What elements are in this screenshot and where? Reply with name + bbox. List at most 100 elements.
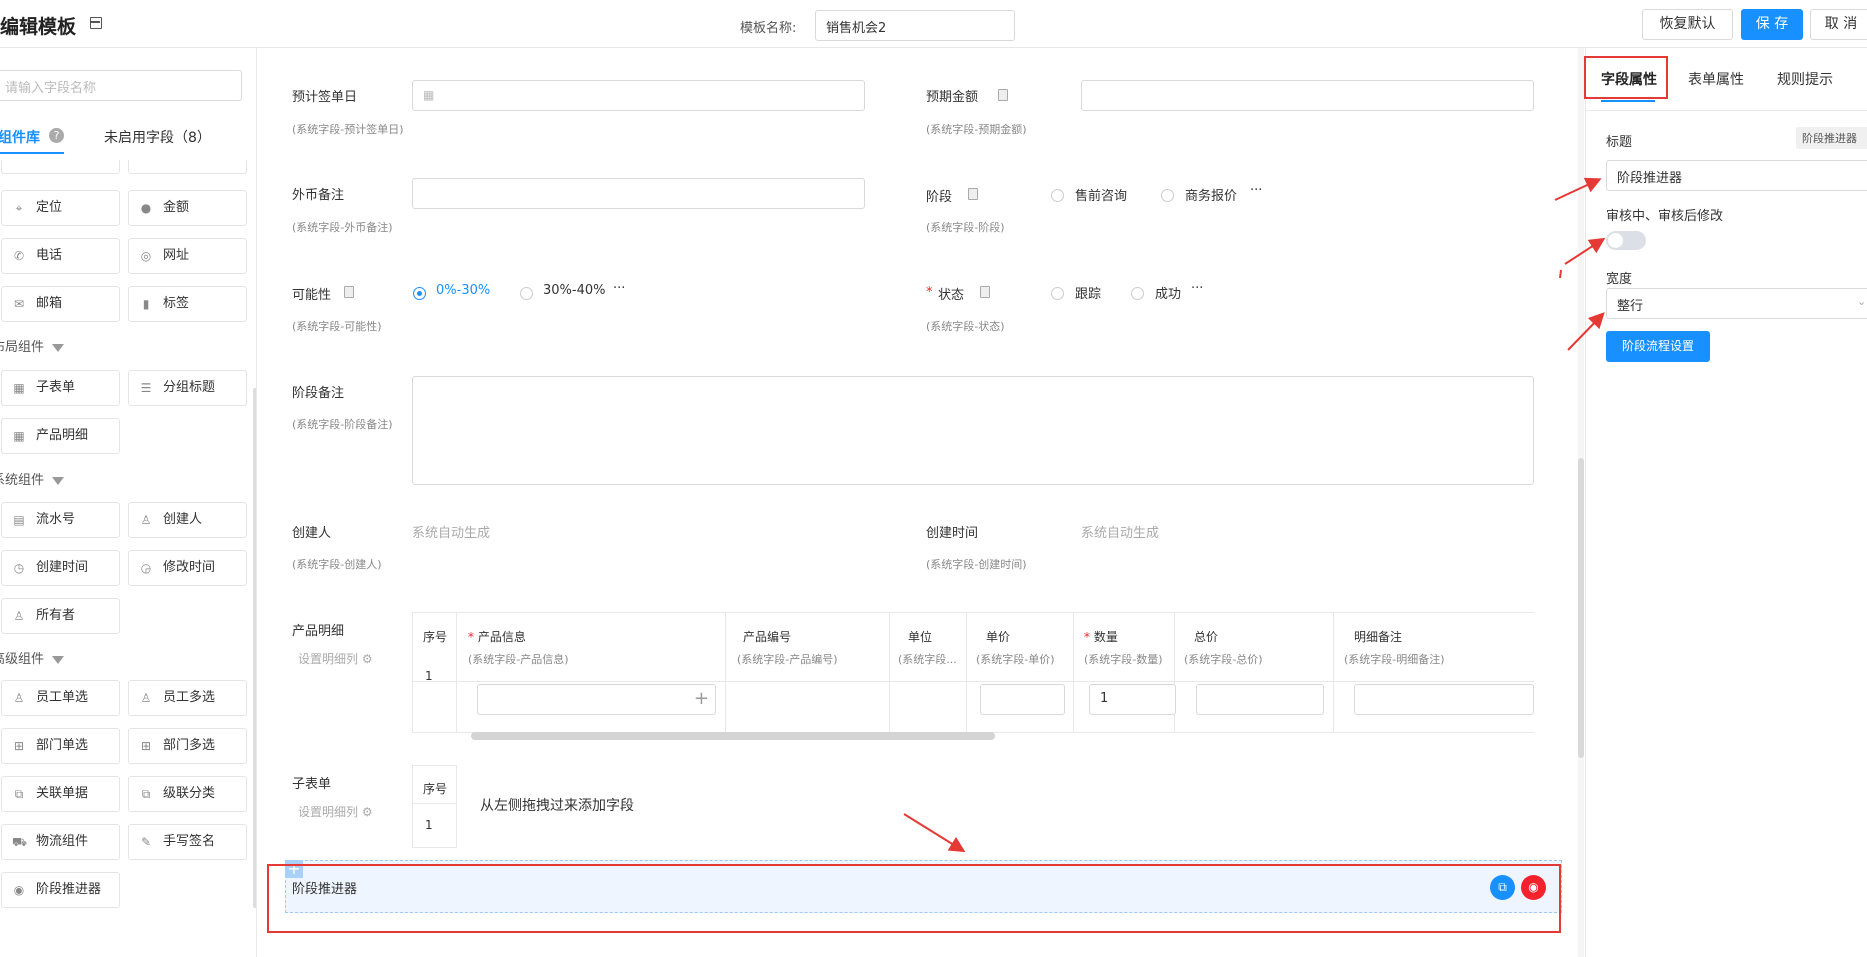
table-header-sub: (系统字段-产品编号) bbox=[737, 653, 838, 666]
table-icon: ▦ bbox=[13, 381, 25, 395]
org-icon: ⊞ bbox=[13, 739, 25, 753]
component-location[interactable]: ⌖ 定位 bbox=[1, 190, 120, 226]
table-horizontal-scrollbar[interactable] bbox=[471, 732, 995, 740]
component-stage-advancer[interactable]: ◉ 阶段推进器 bbox=[1, 872, 120, 908]
tab-component-library[interactable]: 组件库 bbox=[0, 127, 40, 147]
tab-underline bbox=[0, 152, 64, 154]
amount-icon: ● bbox=[140, 201, 152, 215]
component-product-detail[interactable]: ▦ 产品明细 bbox=[1, 418, 120, 454]
subform-setup-link[interactable]: 设置明细列 ⚙ bbox=[298, 803, 373, 820]
component-creator[interactable]: ♙ 创建人 bbox=[128, 502, 247, 538]
component-item[interactable] bbox=[128, 160, 247, 174]
component-employee-single[interactable]: ♙ 员工单选 bbox=[1, 680, 120, 716]
sign-date-label: 预计签单日 bbox=[292, 90, 358, 105]
table-divider bbox=[412, 803, 457, 804]
tab-form-properties[interactable]: 表单属性 bbox=[1688, 69, 1744, 89]
field-search-input[interactable]: 请输入字段名称 bbox=[0, 70, 242, 101]
component-amount[interactable]: ● 金额 bbox=[128, 190, 247, 226]
stage-radio-1[interactable] bbox=[1051, 189, 1064, 202]
org-icon: ⊞ bbox=[140, 739, 152, 753]
component-cascade[interactable]: ⧉ 级联分类 bbox=[128, 776, 247, 812]
table-divider bbox=[725, 612, 726, 732]
amount-sub: (系统字段-预期金额) bbox=[926, 123, 1027, 136]
status-radio-2[interactable] bbox=[1131, 287, 1144, 300]
drop-hint: 从左侧拖拽过来添加字段 bbox=[480, 798, 634, 814]
probability-more-icon[interactable]: ··· bbox=[613, 281, 625, 296]
probability-radio-2[interactable] bbox=[520, 287, 533, 300]
stage-note-textarea[interactable] bbox=[412, 376, 1534, 485]
review-edit-toggle[interactable] bbox=[1606, 231, 1646, 250]
group-title-advanced[interactable]: 高级组件 bbox=[0, 648, 65, 667]
sign-date-input[interactable]: ▦ bbox=[412, 80, 865, 111]
tab-unused-fields[interactable]: 未启用字段（8） bbox=[104, 127, 211, 147]
canvas-scrollbar[interactable] bbox=[1578, 458, 1584, 758]
component-phone[interactable]: ✆ 电话 bbox=[1, 238, 120, 274]
component-subform[interactable]: ▦ 子表单 bbox=[1, 370, 120, 406]
amount-input[interactable] bbox=[1081, 80, 1534, 111]
product-info-input[interactable]: + bbox=[477, 684, 716, 715]
globe-icon: ◎ bbox=[140, 249, 152, 263]
group-title-layout[interactable]: 布局组件 bbox=[0, 336, 65, 355]
pen-icon: ✎ bbox=[140, 835, 152, 849]
table-divider bbox=[1333, 612, 1334, 732]
layout-icon[interactable] bbox=[90, 17, 102, 29]
table-icon: ▦ bbox=[13, 429, 25, 443]
restore-default-button[interactable]: 恢复默认 bbox=[1642, 9, 1733, 40]
clock-icon: ◷ bbox=[13, 561, 25, 575]
product-detail-label: 产品明细 bbox=[292, 624, 345, 639]
template-name-input[interactable]: 销售机会2 bbox=[815, 10, 1015, 41]
status-more-icon[interactable]: ··· bbox=[1191, 281, 1203, 296]
component-dept-multi[interactable]: ⊞ 部门多选 bbox=[128, 728, 247, 764]
component-item[interactable] bbox=[1, 160, 120, 174]
status-sub: (系统字段-状态) bbox=[926, 320, 1005, 333]
table-row-index: 1 bbox=[425, 669, 433, 683]
title-input[interactable]: 阶段推进器 bbox=[1606, 160, 1867, 191]
probability-sub: (系统字段-可能性) bbox=[292, 320, 382, 333]
calculator-icon bbox=[998, 89, 1008, 101]
component-group-title[interactable]: ☰ 分组标题 bbox=[128, 370, 247, 406]
component-logistics[interactable]: ⛟ 物流组件 bbox=[1, 824, 120, 860]
setup-columns-link[interactable]: 设置明细列 ⚙ bbox=[298, 650, 373, 667]
creator-sub: (系统字段-创建人) bbox=[292, 558, 382, 571]
tab-rule-tips[interactable]: 规则提示 bbox=[1777, 69, 1833, 89]
location-icon: ⌖ bbox=[15, 201, 23, 215]
component-email[interactable]: ✉ 邮箱 bbox=[1, 286, 120, 322]
component-related-doc[interactable]: ⧉ 关联单据 bbox=[1, 776, 120, 812]
probability-radio-1[interactable] bbox=[413, 287, 426, 300]
component-modify-time[interactable]: ◶ 修改时间 bbox=[128, 550, 247, 586]
width-label: 宽度 bbox=[1606, 272, 1633, 287]
unit-price-input[interactable] bbox=[980, 684, 1065, 715]
component-employee-multi[interactable]: ♙ 员工多选 bbox=[128, 680, 247, 716]
total-input[interactable] bbox=[1196, 684, 1324, 715]
component-owner[interactable]: ♙ 所有者 bbox=[1, 598, 120, 634]
property-panel: 字段属性 表单属性 规则提示 标题 阶段推进器 阶段推进器 审核中、审核后修改 … bbox=[1585, 48, 1867, 957]
table-divider bbox=[456, 612, 457, 732]
group-title-system[interactable]: 系统组件 bbox=[0, 469, 65, 488]
component-url[interactable]: ◎ 网址 bbox=[128, 238, 247, 274]
currency-note-input[interactable] bbox=[412, 178, 865, 209]
save-button[interactable]: 保 存 bbox=[1741, 9, 1803, 40]
stage-radio-2[interactable] bbox=[1161, 189, 1174, 202]
quantity-input[interactable]: 1 bbox=[1089, 684, 1176, 715]
left-scrollbar[interactable] bbox=[253, 388, 256, 908]
link-doc-icon: ⧉ bbox=[14, 787, 24, 801]
status-radio-1[interactable] bbox=[1051, 287, 1064, 300]
table-header-sub: (系统字段-单价) bbox=[976, 653, 1055, 666]
title-tag: 阶段推进器 bbox=[1796, 127, 1867, 149]
cancel-button[interactable]: 取 消 bbox=[1810, 9, 1867, 40]
serial-icon: ▤ bbox=[13, 513, 25, 527]
note-input[interactable] bbox=[1354, 684, 1534, 715]
component-serial[interactable]: ▤ 流水号 bbox=[1, 502, 120, 538]
component-tag[interactable]: ▮ 标签 bbox=[128, 286, 247, 322]
stage-more-icon[interactable]: ··· bbox=[1250, 183, 1262, 198]
component-create-time[interactable]: ◷ 创建时间 bbox=[1, 550, 120, 586]
width-select[interactable]: 整行 ⌄ bbox=[1606, 288, 1867, 319]
stage-flow-settings-button[interactable]: 阶段流程设置 bbox=[1606, 331, 1710, 362]
template-name-label: 模板名称: bbox=[740, 21, 797, 36]
edit-clock-icon: ◶ bbox=[140, 561, 152, 575]
plus-icon[interactable]: + bbox=[694, 688, 709, 709]
component-dept-single[interactable]: ⊞ 部门单选 bbox=[1, 728, 120, 764]
component-signature[interactable]: ✎ 手写签名 bbox=[128, 824, 247, 860]
help-icon[interactable]: ? bbox=[49, 128, 64, 143]
stage-note-label: 阶段备注 bbox=[292, 386, 345, 401]
